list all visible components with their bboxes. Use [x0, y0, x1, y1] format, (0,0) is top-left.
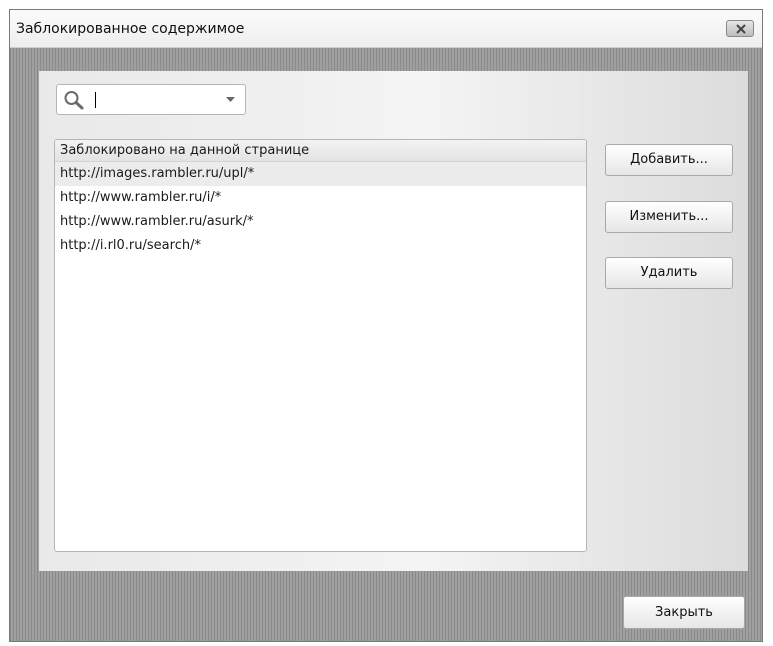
- blocked-content-dialog: Заблокированное содержимое Заблокировано…: [9, 9, 763, 642]
- window-close-button[interactable]: [726, 20, 754, 37]
- delete-button[interactable]: Удалить: [605, 257, 733, 289]
- search-combobox[interactable]: [56, 84, 246, 115]
- edit-button[interactable]: Изменить...: [605, 201, 733, 233]
- text-caret: [95, 92, 96, 108]
- dialog-body: Заблокировано на данной странице http://…: [10, 48, 762, 641]
- list-item[interactable]: http://www.rambler.ru/i/*: [55, 186, 586, 210]
- title-bar: Заблокированное содержимое: [10, 10, 762, 48]
- close-button[interactable]: Закрыть: [623, 596, 745, 629]
- list-header: Заблокировано на данной странице: [55, 140, 586, 162]
- blocked-list[interactable]: Заблокировано на данной странице http://…: [54, 139, 587, 552]
- search-dropdown-button[interactable]: [217, 85, 245, 114]
- list-item[interactable]: http://images.rambler.ru/upl/*: [55, 162, 586, 186]
- window-title: Заблокированное содержимое: [16, 21, 245, 37]
- list-item[interactable]: http://i.rl0.ru/search/*: [55, 234, 586, 258]
- list-item[interactable]: http://www.rambler.ru/asurk/*: [55, 210, 586, 234]
- search-input[interactable]: [91, 89, 201, 110]
- list-items: http://images.rambler.ru/upl/* http://ww…: [55, 162, 586, 258]
- add-button[interactable]: Добавить...: [605, 144, 733, 176]
- content-panel: Заблокировано на данной странице http://…: [39, 71, 748, 571]
- chevron-down-icon: [226, 97, 235, 102]
- search-icon: [64, 91, 84, 110]
- close-icon: [736, 24, 746, 34]
